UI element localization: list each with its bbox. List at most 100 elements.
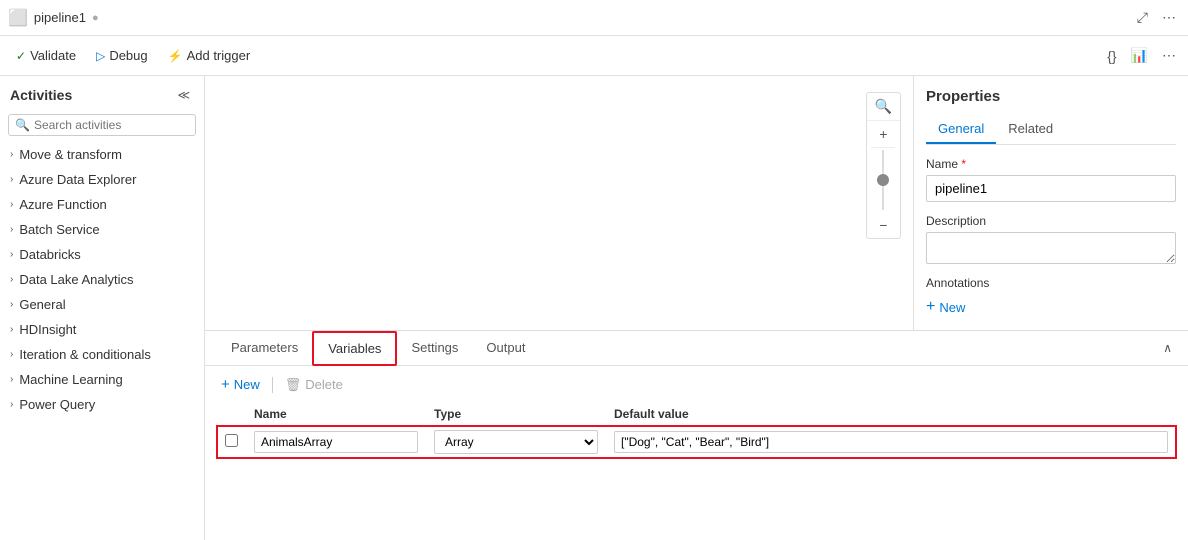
pipeline-title: pipeline1 <box>34 10 86 25</box>
variable-name-input[interactable] <box>254 431 418 453</box>
toolbar: ✓ Validate ▷ Debug ⚡ Add trigger {} 📊 ⋯ <box>0 36 1188 76</box>
trigger-icon: ⚡ <box>168 49 183 63</box>
sidebar-item-label: Azure Function <box>19 197 106 212</box>
sidebar-collapse-button[interactable]: ≪ <box>173 84 194 106</box>
sidebar-item-label: Machine Learning <box>19 372 122 387</box>
sidebar-items: › Move & transform › Azure Data Explorer › Az… <box>0 142 204 417</box>
validate-icon: ✓ <box>16 49 26 63</box>
top-bar: ⬜ pipeline1 ● ⤢ ⋯ <box>0 0 1188 36</box>
panel-collapse-button[interactable]: ∧ <box>1159 337 1176 359</box>
sidebar-item-azure-function[interactable]: › Azure Function <box>0 192 204 217</box>
tab-settings[interactable]: Settings <box>397 331 472 366</box>
annotations-label: Annotations <box>926 276 1176 290</box>
sidebar-item-label: Power Query <box>19 397 95 412</box>
canvas-main[interactable]: 🔍 + − <box>205 76 913 330</box>
sidebar-title: Activities <box>10 87 72 103</box>
canvas-zoom-in-button[interactable]: + <box>871 121 895 148</box>
props-tab-related[interactable]: Related <box>996 115 1065 144</box>
zoom-slider-track <box>882 150 884 210</box>
chevron-right-icon: › <box>10 199 13 210</box>
type-select-wrap: Array Boolean Integer String <box>434 430 598 454</box>
sidebar-item-hdinsight[interactable]: › HDInsight <box>0 317 204 342</box>
validate-button[interactable]: ✓ Validate <box>8 44 84 67</box>
sidebar-item-batch-service[interactable]: ›Batch Service <box>0 217 204 242</box>
props-tab-general[interactable]: General <box>926 115 996 144</box>
chevron-right-icon: › <box>10 299 13 310</box>
new-annotation-button[interactable]: + New <box>926 296 1176 318</box>
chevron-right-icon: › <box>10 374 13 385</box>
sidebar-item-machine-learning[interactable]: › Machine Learning <box>0 367 204 392</box>
chevron-right-icon: › <box>10 399 13 410</box>
new-variable-label: New <box>234 377 260 392</box>
tab-variables[interactable]: Variables <box>312 331 397 366</box>
main-layout: Activities ≪ 🔍 › Move & transform › Azure D… <box>0 76 1188 540</box>
new-variable-button[interactable]: + New <box>217 374 264 395</box>
sidebar-item-label: Move & transform <box>19 147 122 162</box>
tab-output[interactable]: Output <box>472 331 539 366</box>
variables-actions: + New 🗑 Delete <box>217 374 1176 395</box>
canvas-and-props: 🔍 + − Properties General Related Name <box>205 76 1188 330</box>
panel-tabs-left: Parameters Variables Settings Output <box>217 331 539 365</box>
chevron-right-icon: › <box>10 274 13 285</box>
chevron-right-icon: › <box>10 324 13 335</box>
properties-title: Properties <box>926 88 1176 105</box>
canvas-zoom-out-button[interactable]: − <box>871 212 895 238</box>
expand-button[interactable]: ⤢ <box>1133 5 1152 30</box>
sidebar-item-move-transform[interactable]: › Move & transform <box>0 142 204 167</box>
name-required: * <box>961 157 966 171</box>
toolbar-more-button[interactable]: ⋯ <box>1158 43 1180 68</box>
variables-content: + New 🗑 Delete Name Type <box>205 366 1188 540</box>
row-checkbox-cell <box>217 426 246 459</box>
name-input[interactable] <box>926 175 1176 202</box>
top-bar-right: ⤢ ⋯ <box>1133 5 1180 30</box>
sidebar-header: Activities ≪ <box>0 76 204 110</box>
sidebar-search-container: 🔍 <box>8 114 196 136</box>
default-value-input[interactable] <box>614 431 1168 453</box>
description-textarea[interactable] <box>926 232 1176 264</box>
search-input[interactable] <box>34 118 189 132</box>
properties-panel: Properties General Related Name * Descri… <box>913 76 1188 330</box>
new-variable-plus-icon: + <box>221 376 230 393</box>
monitor-button[interactable]: 📊 <box>1127 43 1152 68</box>
description-label: Description <box>926 214 1176 228</box>
col-type: Type <box>426 403 606 426</box>
plus-icon: + <box>926 298 935 316</box>
new-annotation-label: New <box>939 300 965 315</box>
row-checkbox[interactable] <box>225 434 238 447</box>
canvas-controls: 🔍 + − <box>866 92 901 239</box>
add-trigger-button[interactable]: ⚡ Add trigger <box>160 44 259 67</box>
toolbar-right: {} 📊 ⋯ <box>1103 43 1180 68</box>
col-default: Default value <box>606 403 1176 426</box>
pipeline-icon: ⬜ <box>8 8 28 28</box>
tab-parameters[interactable]: Parameters <box>217 331 312 366</box>
chevron-right-icon: › <box>10 174 13 185</box>
chevron-right-icon: › <box>10 349 13 360</box>
sidebar-item-label: Azure Data Explorer <box>19 172 136 187</box>
debug-icon: ▷ <box>96 49 105 63</box>
sidebar: Activities ≪ 🔍 › Move & transform › Azure D… <box>0 76 205 540</box>
delete-label: Delete <box>305 377 343 392</box>
code-button[interactable]: {} <box>1103 44 1120 68</box>
sidebar-item-data-lake-analytics[interactable]: ›Data Lake Analytics <box>0 267 204 292</box>
row-default-cell <box>606 426 1176 459</box>
zoom-slider-thumb[interactable] <box>877 174 889 186</box>
sidebar-item-iteration-conditionals[interactable]: ›Iteration & conditionals <box>0 342 204 367</box>
search-icon: 🔍 <box>15 118 30 132</box>
more-options-button[interactable]: ⋯ <box>1158 5 1180 30</box>
debug-button[interactable]: ▷ Debug <box>88 44 156 67</box>
canvas-search-button[interactable]: 🔍 <box>867 93 900 121</box>
type-select[interactable]: Array Boolean Integer String <box>435 431 597 453</box>
sidebar-item-power-query[interactable]: › Power Query <box>0 392 204 417</box>
chevron-right-icon: › <box>10 249 13 260</box>
col-name: Name <box>246 403 426 426</box>
sidebar-item-general[interactable]: ›General <box>0 292 204 317</box>
delete-variable-button[interactable]: 🗑 Delete <box>281 375 347 395</box>
sidebar-item-label: HDInsight <box>19 322 76 337</box>
bottom-panel: Parameters Variables Settings Output ∧ +… <box>205 330 1188 540</box>
variables-table: Name Type Default value <box>217 403 1176 458</box>
chevron-right-icon: › <box>10 149 13 160</box>
sidebar-item-azure-data-explorer[interactable]: › Azure Data Explorer <box>0 167 204 192</box>
row-type-cell: Array Boolean Integer String <box>426 426 606 459</box>
variable-row: Array Boolean Integer String <box>217 426 1176 459</box>
sidebar-item-databricks[interactable]: ›Databricks <box>0 242 204 267</box>
